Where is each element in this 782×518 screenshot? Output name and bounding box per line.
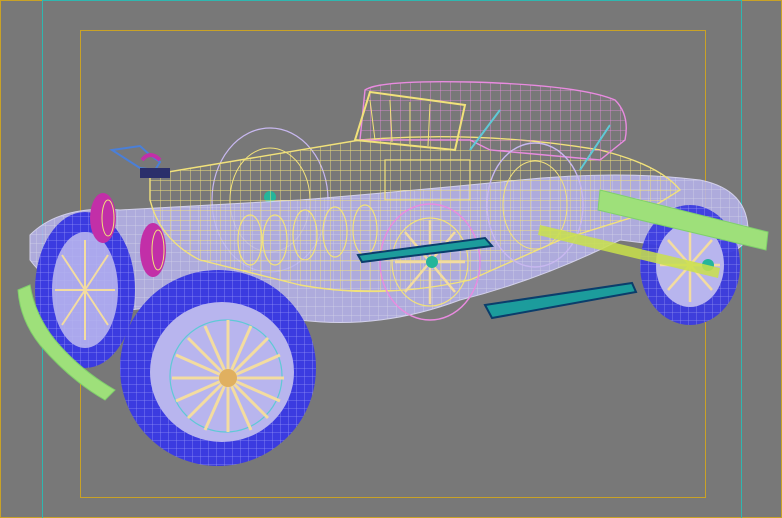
wireframe-car-model[interactable]: [0, 0, 782, 518]
running-board-rear[interactable]: [483, 281, 638, 320]
hood-ornament: [109, 144, 170, 178]
front-right-wheel[interactable]: [120, 270, 316, 466]
3d-viewport[interactable]: [0, 0, 782, 518]
center-wheel[interactable]: [379, 203, 481, 321]
headlamp-right[interactable]: [140, 223, 166, 277]
headlamp-left[interactable]: [90, 193, 116, 243]
